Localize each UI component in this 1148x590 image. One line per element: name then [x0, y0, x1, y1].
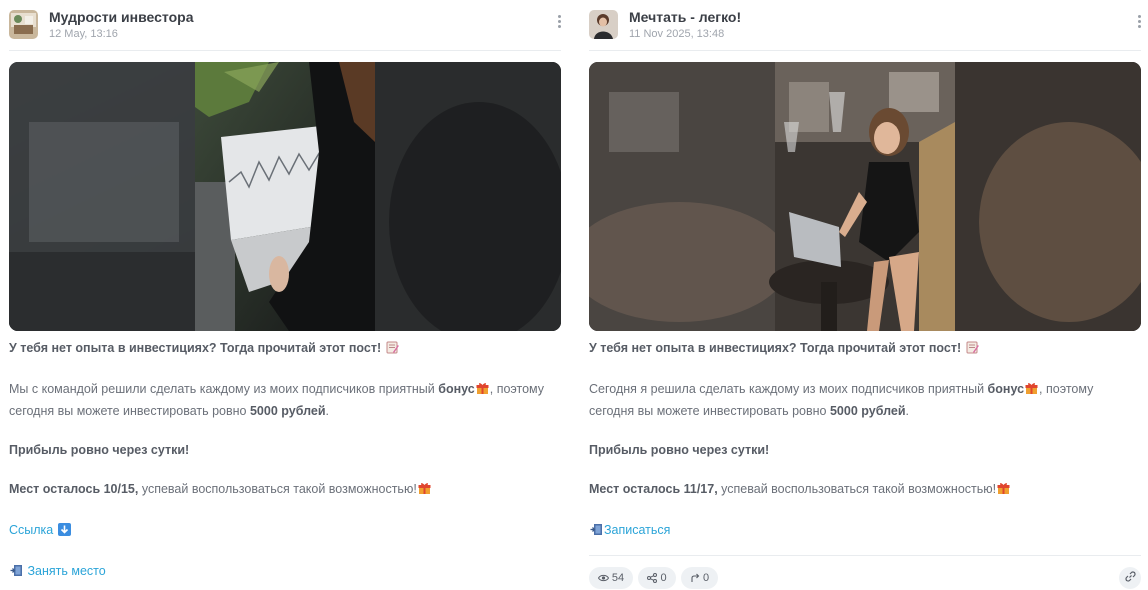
- post-headline: У тебя нет опыта в инвестициях? Тогда пр…: [9, 339, 561, 361]
- eye-icon: [597, 574, 609, 582]
- post-card: Мудрости инвестора 12 May, 13:16 У тебя …: [9, 0, 561, 578]
- link-icon: [1124, 569, 1136, 587]
- shares-counter[interactable]: 0: [638, 567, 676, 589]
- memo-icon: [966, 341, 979, 361]
- post-date: 11 Nov 2025, 13:48: [629, 28, 725, 40]
- link-sign-up[interactable]: Записаться: [604, 523, 670, 537]
- gift-icon: [418, 482, 431, 502]
- more-options-button[interactable]: [1136, 15, 1142, 31]
- door-icon: [590, 523, 603, 543]
- gift-icon: [997, 482, 1010, 502]
- post-footer: 54 0 0: [589, 555, 1141, 590]
- post-text: У тебя нет опыта в инвестициях? Тогда пр…: [9, 339, 561, 583]
- post-intro: Мы с командой решили сделать каждому из …: [9, 380, 561, 402]
- channel-avatar[interactable]: [589, 10, 618, 39]
- channel-name[interactable]: Мечтать - легко!: [629, 9, 741, 25]
- channel-name[interactable]: Мудрости инвестора: [49, 9, 193, 25]
- post-seats: Мест осталось 11/17, успевай воспользова…: [589, 480, 1141, 502]
- post-date: 12 May, 13:16: [49, 28, 118, 40]
- post-header: Мудрости инвестора 12 May, 13:16: [9, 0, 561, 51]
- post-image[interactable]: [9, 62, 561, 331]
- post-profit: Прибыль ровно через сутки!: [9, 442, 190, 457]
- post-text: У тебя нет опыта в инвестициях? Тогда пр…: [589, 339, 1141, 542]
- post-headline: У тебя нет опыта в инвестициях? Тогда пр…: [589, 339, 1141, 361]
- shares-count: 0: [660, 572, 667, 584]
- copy-link-button[interactable]: [1119, 567, 1141, 589]
- down-arrow-icon: [57, 522, 71, 543]
- memo-icon: [386, 341, 399, 361]
- link-ssylka[interactable]: Ссылка: [9, 523, 53, 537]
- post-amount-line: сегодня вы можете инвестировать ровно 50…: [9, 403, 329, 418]
- post-intro: Сегодня я решила сделать каждому из моих…: [589, 380, 1141, 402]
- gift-icon: [476, 382, 489, 402]
- post-header: Мечтать - легко! 11 Nov 2025, 13:48: [589, 0, 1141, 51]
- post-seats: Мест осталось 10/15, успевай воспользова…: [9, 480, 561, 502]
- share-icon: [647, 573, 658, 583]
- channel-avatar[interactable]: [9, 10, 38, 39]
- door-icon: [10, 564, 23, 584]
- forwards-count: 0: [702, 572, 710, 584]
- views-count: 54: [611, 572, 625, 584]
- post-amount-line: сегодня вы можете инвестировать ровно 50…: [589, 403, 909, 418]
- post-profit: Прибыль ровно через сутки!: [589, 442, 770, 457]
- forward-icon: [690, 573, 700, 583]
- gift-icon: [1025, 382, 1038, 402]
- views-counter[interactable]: 54: [589, 567, 633, 589]
- post-image[interactable]: [589, 62, 1141, 331]
- forwards-counter[interactable]: 0: [681, 567, 718, 589]
- link-take-seat[interactable]: Занять место: [27, 564, 105, 578]
- post-card: Мечтать - легко! 11 Nov 2025, 13:48 У те…: [589, 0, 1141, 589]
- more-options-button[interactable]: [556, 15, 562, 31]
